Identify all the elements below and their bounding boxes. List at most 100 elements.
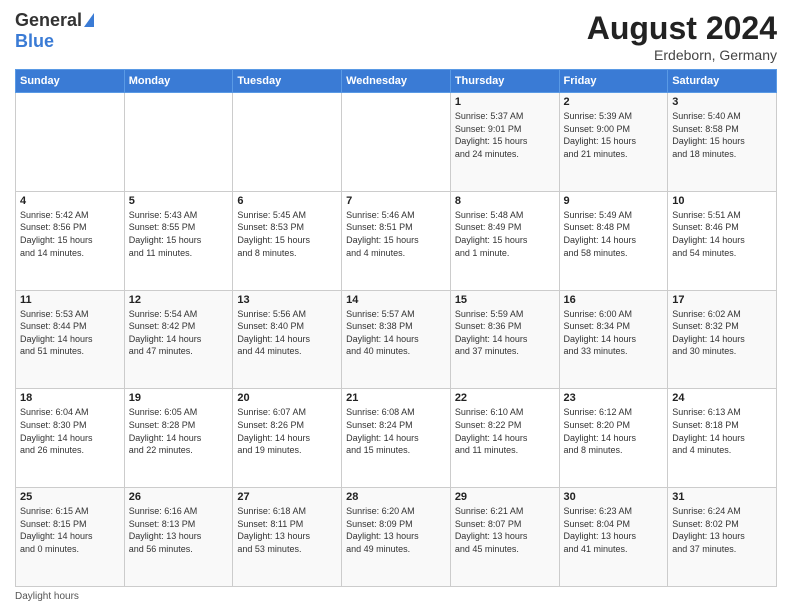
calendar-cell: 9 Sunrise: 5:49 AM Sunset: 8:48 PM Daylig… (559, 191, 668, 290)
calendar-cell (233, 93, 342, 192)
calendar-header-saturday: Saturday (668, 70, 777, 93)
day-info: Sunrise: 6:02 AM Sunset: 8:32 PM Dayligh… (672, 308, 772, 358)
calendar-week-row: 4 Sunrise: 5:42 AM Sunset: 8:56 PM Daylig… (16, 191, 777, 290)
calendar-cell: 25 Sunrise: 6:15 AM Sunset: 8:15 PM Dayli… (16, 488, 125, 587)
calendar-cell (342, 93, 451, 192)
day-info: Sunrise: 5:40 AM Sunset: 8:58 PM Dayligh… (672, 110, 772, 160)
day-info: Sunrise: 6:23 AM Sunset: 8:04 PM Dayligh… (564, 505, 664, 555)
day-number: 3 (672, 96, 772, 108)
header: General Blue August 2024 Erdeborn, Germa… (15, 10, 777, 63)
day-number: 10 (672, 195, 772, 207)
day-info: Sunrise: 6:00 AM Sunset: 8:34 PM Dayligh… (564, 308, 664, 358)
day-info: Sunrise: 5:43 AM Sunset: 8:55 PM Dayligh… (129, 209, 229, 259)
day-number: 13 (237, 294, 337, 306)
calendar-cell: 30 Sunrise: 6:23 AM Sunset: 8:04 PM Dayli… (559, 488, 668, 587)
day-info: Sunrise: 5:57 AM Sunset: 8:38 PM Dayligh… (346, 308, 446, 358)
day-info: Sunrise: 6:15 AM Sunset: 8:15 PM Dayligh… (20, 505, 120, 555)
day-number: 9 (564, 195, 664, 207)
calendar-cell: 8 Sunrise: 5:48 AM Sunset: 8:49 PM Daylig… (450, 191, 559, 290)
calendar-week-row: 25 Sunrise: 6:15 AM Sunset: 8:15 PM Dayli… (16, 488, 777, 587)
day-number: 18 (20, 392, 120, 404)
day-info: Sunrise: 5:49 AM Sunset: 8:48 PM Dayligh… (564, 209, 664, 259)
calendar-header-wednesday: Wednesday (342, 70, 451, 93)
day-number: 12 (129, 294, 229, 306)
calendar-cell: 3 Sunrise: 5:40 AM Sunset: 8:58 PM Daylig… (668, 93, 777, 192)
calendar-cell (16, 93, 125, 192)
day-info: Sunrise: 5:46 AM Sunset: 8:51 PM Dayligh… (346, 209, 446, 259)
calendar-cell: 6 Sunrise: 5:45 AM Sunset: 8:53 PM Daylig… (233, 191, 342, 290)
calendar-header-row: SundayMondayTuesdayWednesdayThursdayFrid… (16, 70, 777, 93)
calendar-cell: 2Sunrise: 5:39 AM Sunset: 9:00 PM Daylig… (559, 93, 668, 192)
footer-note: Daylight hours (15, 591, 777, 602)
day-number: 1 (455, 96, 555, 108)
day-info: Sunrise: 6:08 AM Sunset: 8:24 PM Dayligh… (346, 406, 446, 456)
calendar-cell: 12 Sunrise: 5:54 AM Sunset: 8:42 PM Dayli… (124, 290, 233, 389)
calendar-cell: 5 Sunrise: 5:43 AM Sunset: 8:55 PM Daylig… (124, 191, 233, 290)
calendar-cell: 19 Sunrise: 6:05 AM Sunset: 8:28 PM Dayli… (124, 389, 233, 488)
day-number: 15 (455, 294, 555, 306)
logo-blue-text: Blue (15, 31, 54, 52)
calendar-cell: 26 Sunrise: 6:16 AM Sunset: 8:13 PM Dayli… (124, 488, 233, 587)
calendar-cell: 7 Sunrise: 5:46 AM Sunset: 8:51 PM Daylig… (342, 191, 451, 290)
calendar-cell: 17 Sunrise: 6:02 AM Sunset: 8:32 PM Dayli… (668, 290, 777, 389)
day-number: 7 (346, 195, 446, 207)
calendar-cell: 27 Sunrise: 6:18 AM Sunset: 8:11 PM Dayli… (233, 488, 342, 587)
day-number: 6 (237, 195, 337, 207)
calendar-cell: 10 Sunrise: 5:51 AM Sunset: 8:46 PM Dayli… (668, 191, 777, 290)
day-info: Sunrise: 6:16 AM Sunset: 8:13 PM Dayligh… (129, 505, 229, 555)
calendar-header-friday: Friday (559, 70, 668, 93)
calendar-cell: 1Sunrise: 5:37 AM Sunset: 9:01 PM Daylig… (450, 93, 559, 192)
day-info: Sunrise: 5:54 AM Sunset: 8:42 PM Dayligh… (129, 308, 229, 358)
calendar-header-thursday: Thursday (450, 70, 559, 93)
day-info: Sunrise: 5:56 AM Sunset: 8:40 PM Dayligh… (237, 308, 337, 358)
day-info: Sunrise: 6:24 AM Sunset: 8:02 PM Dayligh… (672, 505, 772, 555)
day-info: Sunrise: 5:53 AM Sunset: 8:44 PM Dayligh… (20, 308, 120, 358)
calendar-cell: 29Sunrise: 6:21 AM Sunset: 8:07 PM Dayli… (450, 488, 559, 587)
day-number: 27 (237, 491, 337, 503)
day-number: 22 (455, 392, 555, 404)
calendar-cell (124, 93, 233, 192)
calendar-cell: 23 Sunrise: 6:12 AM Sunset: 8:20 PM Dayli… (559, 389, 668, 488)
calendar-cell: 14 Sunrise: 5:57 AM Sunset: 8:38 PM Dayli… (342, 290, 451, 389)
day-number: 23 (564, 392, 664, 404)
calendar-week-row: 18 Sunrise: 6:04 AM Sunset: 8:30 PM Dayli… (16, 389, 777, 488)
calendar-cell: 22 Sunrise: 6:10 AM Sunset: 8:22 PM Dayli… (450, 389, 559, 488)
day-number: 28 (346, 491, 446, 503)
day-number: 26 (129, 491, 229, 503)
calendar-cell: 15 Sunrise: 5:59 AM Sunset: 8:36 PM Dayli… (450, 290, 559, 389)
day-info: Sunrise: 6:05 AM Sunset: 8:28 PM Dayligh… (129, 406, 229, 456)
day-number: 14 (346, 294, 446, 306)
day-number: 24 (672, 392, 772, 404)
day-number: 11 (20, 294, 120, 306)
day-number: 25 (20, 491, 120, 503)
day-info: Sunrise: 6:18 AM Sunset: 8:11 PM Dayligh… (237, 505, 337, 555)
day-info: Sunrise: 5:59 AM Sunset: 8:36 PM Dayligh… (455, 308, 555, 358)
day-info: Sunrise: 6:12 AM Sunset: 8:20 PM Dayligh… (564, 406, 664, 456)
day-info: Sunrise: 5:42 AM Sunset: 8:56 PM Dayligh… (20, 209, 120, 259)
calendar-cell: 18 Sunrise: 6:04 AM Sunset: 8:30 PM Dayli… (16, 389, 125, 488)
calendar-header-monday: Monday (124, 70, 233, 93)
day-number: 16 (564, 294, 664, 306)
day-info: Sunrise: 6:10 AM Sunset: 8:22 PM Dayligh… (455, 406, 555, 456)
day-number: 5 (129, 195, 229, 207)
day-info: Sunrise: 6:04 AM Sunset: 8:30 PM Dayligh… (20, 406, 120, 456)
calendar-cell: 20Sunrise: 6:07 AM Sunset: 8:26 PM Dayli… (233, 389, 342, 488)
day-number: 17 (672, 294, 772, 306)
day-number: 30 (564, 491, 664, 503)
day-number: 31 (672, 491, 772, 503)
day-info: Sunrise: 5:51 AM Sunset: 8:46 PM Dayligh… (672, 209, 772, 259)
calendar-week-row: 1Sunrise: 5:37 AM Sunset: 9:01 PM Daylig… (16, 93, 777, 192)
day-info: Sunrise: 5:48 AM Sunset: 8:49 PM Dayligh… (455, 209, 555, 259)
calendar-cell: 16 Sunrise: 6:00 AM Sunset: 8:34 PM Dayli… (559, 290, 668, 389)
calendar-cell: 11 Sunrise: 5:53 AM Sunset: 8:44 PM Dayli… (16, 290, 125, 389)
day-number: 19 (129, 392, 229, 404)
day-number: 8 (455, 195, 555, 207)
page-container: General Blue August 2024 Erdeborn, Germa… (0, 0, 792, 612)
calendar-header-tuesday: Tuesday (233, 70, 342, 93)
calendar-cell: 13 Sunrise: 5:56 AM Sunset: 8:40 PM Dayli… (233, 290, 342, 389)
calendar-week-row: 11 Sunrise: 5:53 AM Sunset: 8:44 PM Dayli… (16, 290, 777, 389)
title-block: August 2024 Erdeborn, Germany (587, 10, 777, 63)
day-info: Sunrise: 5:45 AM Sunset: 8:53 PM Dayligh… (237, 209, 337, 259)
day-number: 4 (20, 195, 120, 207)
day-info: Sunrise: 6:13 AM Sunset: 8:18 PM Dayligh… (672, 406, 772, 456)
